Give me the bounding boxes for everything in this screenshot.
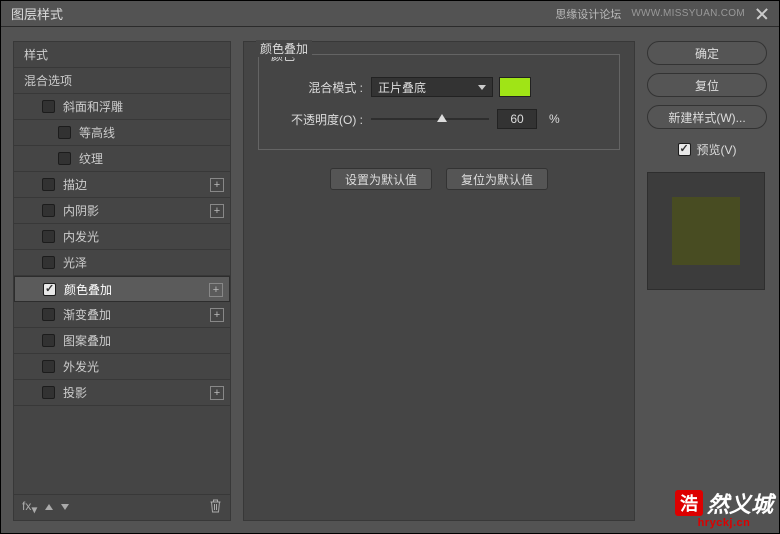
style-pattern-overlay[interactable]: 图案叠加	[14, 328, 230, 354]
titlebar: 图层样式 思缘设计论坛 WWW.MISSYUAN.COM	[1, 1, 779, 27]
panel-title: 颜色叠加	[256, 40, 312, 57]
opacity-label: 不透明度(O) :	[273, 111, 363, 128]
checkbox-bevel[interactable]	[42, 100, 55, 113]
style-inner-glow[interactable]: 内发光	[14, 224, 230, 250]
style-label: 内发光	[63, 228, 99, 245]
plus-icon[interactable]: +	[210, 178, 224, 192]
ok-button[interactable]: 确定	[647, 41, 767, 65]
reset-default-button[interactable]: 复位为默认值	[446, 168, 548, 190]
reset-button[interactable]: 复位	[647, 73, 767, 97]
checkbox-color-overlay[interactable]	[43, 283, 56, 296]
watermark: 浩 然义城 hryckj.cn	[675, 487, 773, 529]
styles-footer: fx▾	[14, 494, 230, 520]
blend-mode-label: 混合模式 :	[273, 79, 363, 96]
style-gradient-overlay[interactable]: 渐变叠加 +	[14, 302, 230, 328]
set-default-button[interactable]: 设置为默认值	[330, 168, 432, 190]
style-contour[interactable]: 等高线	[14, 120, 230, 146]
opacity-input[interactable]	[497, 109, 537, 129]
blend-options-header[interactable]: 混合选项	[14, 68, 230, 94]
slider-thumb-icon[interactable]	[437, 114, 447, 122]
move-up-icon[interactable]	[45, 504, 53, 510]
checkbox-inner-glow[interactable]	[42, 230, 55, 243]
color-fieldset: 颜色 混合模式 : 正片叠底 不透明度(O) :	[258, 54, 620, 150]
style-label: 内阴影	[63, 202, 99, 219]
styles-header[interactable]: 样式	[14, 42, 230, 68]
preview-label: 预览(V)	[697, 141, 737, 158]
style-inner-shadow[interactable]: 内阴影 +	[14, 198, 230, 224]
watermark-text: 然义城	[707, 487, 773, 519]
opacity-unit: %	[549, 112, 560, 126]
preview-checkbox[interactable]	[678, 143, 691, 156]
action-panel: 确定 复位 新建样式(W)... 预览(V)	[647, 41, 767, 521]
checkbox-pattern-overlay[interactable]	[42, 334, 55, 347]
plus-icon[interactable]: +	[210, 204, 224, 218]
color-swatch[interactable]	[499, 77, 531, 97]
style-label: 斜面和浮雕	[63, 98, 123, 115]
style-label: 光泽	[63, 254, 87, 271]
style-label: 描边	[63, 176, 87, 193]
forum-label: 思缘设计论坛	[555, 6, 621, 22]
style-bevel-emboss[interactable]: 斜面和浮雕	[14, 94, 230, 120]
new-style-button[interactable]: 新建样式(W)...	[647, 105, 767, 129]
move-down-icon[interactable]	[61, 504, 69, 510]
blend-mode-value: 正片叠底	[378, 79, 426, 96]
chevron-down-icon	[478, 85, 486, 90]
blend-mode-select[interactable]: 正片叠底	[371, 77, 493, 97]
style-label: 渐变叠加	[63, 306, 111, 323]
watermark-logo-icon: 浩	[675, 490, 703, 516]
opacity-slider[interactable]	[371, 112, 489, 126]
style-texture[interactable]: 纹理	[14, 146, 230, 172]
settings-panel: 颜色叠加 颜色 混合模式 : 正片叠底 不透明度(O) :	[243, 41, 635, 521]
preview-box	[647, 172, 765, 290]
checkbox-stroke[interactable]	[42, 178, 55, 191]
watermark-url: hryckj.cn	[698, 517, 751, 529]
checkbox-inner-shadow[interactable]	[42, 204, 55, 217]
checkbox-contour[interactable]	[58, 126, 71, 139]
preview-swatch	[672, 197, 740, 265]
checkbox-outer-glow[interactable]	[42, 360, 55, 373]
checkbox-drop-shadow[interactable]	[42, 386, 55, 399]
fx-menu[interactable]: fx▾	[22, 499, 37, 516]
close-icon[interactable]	[755, 7, 769, 21]
style-stroke[interactable]: 描边 +	[14, 172, 230, 198]
style-outer-glow[interactable]: 外发光	[14, 354, 230, 380]
checkbox-satin[interactable]	[42, 256, 55, 269]
style-label: 图案叠加	[63, 332, 111, 349]
forum-url: WWW.MISSYUAN.COM	[631, 8, 745, 19]
style-drop-shadow[interactable]: 投影 +	[14, 380, 230, 406]
plus-icon[interactable]: +	[210, 308, 224, 322]
style-satin[interactable]: 光泽	[14, 250, 230, 276]
style-color-overlay[interactable]: 颜色叠加 +	[14, 276, 230, 302]
style-label: 投影	[63, 384, 87, 401]
styles-panel: 样式 混合选项 斜面和浮雕 等高线 纹理 描边 +	[13, 41, 231, 521]
style-label: 外发光	[63, 358, 99, 375]
trash-icon[interactable]	[209, 499, 222, 516]
checkbox-texture[interactable]	[58, 152, 71, 165]
window-title: 图层样式	[11, 4, 63, 23]
plus-icon[interactable]: +	[209, 283, 223, 297]
style-label: 纹理	[79, 150, 103, 167]
plus-icon[interactable]: +	[210, 386, 224, 400]
style-label: 颜色叠加	[64, 281, 112, 298]
checkbox-gradient-overlay[interactable]	[42, 308, 55, 321]
style-label: 等高线	[79, 124, 115, 141]
